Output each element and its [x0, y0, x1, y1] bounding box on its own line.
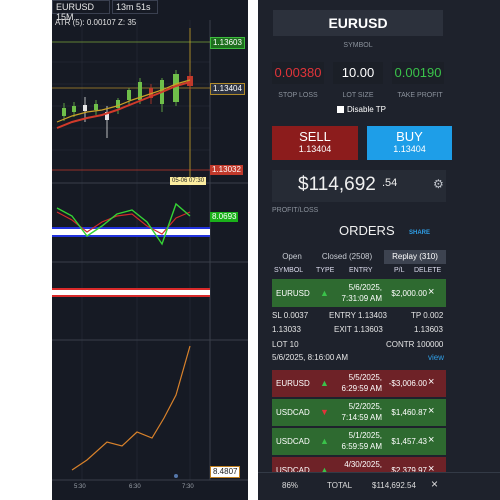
stop-loss-label: STOP LOSS — [278, 92, 318, 99]
profit-value: $114,692 — [298, 174, 376, 195]
detail-entry: ENTRY 1.13403 — [329, 311, 387, 320]
detail-sl-price: 1.13033 — [272, 325, 301, 334]
column-entry: ENTRY — [349, 267, 373, 274]
detail-lot: LOT 10 — [272, 340, 299, 349]
detail-contract: CONTR 100000 — [386, 340, 444, 349]
total-value: $114,692.54 — [372, 481, 416, 490]
detail-tp: TP 0.002 — [411, 311, 444, 320]
close-icon[interactable]: × — [431, 477, 438, 491]
time-tick-label: 6:30 — [129, 484, 141, 490]
symbol-timeframe[interactable]: EURUSD 15M — [52, 0, 110, 22]
orders-title: ORDERS — [339, 223, 395, 238]
stop-loss-input[interactable]: 0.00380 — [272, 62, 324, 84]
order-symbol: EURUSD — [276, 289, 310, 298]
equity-line — [71, 345, 191, 471]
tab-replay[interactable]: Replay (310) — [384, 250, 446, 264]
buy-price: 1.13404 — [393, 144, 426, 154]
bottom-pane-tag: 8.4807 — [210, 466, 241, 478]
detail-exit: EXIT 1.13603 — [334, 325, 383, 334]
order-symbol: USDCAD — [276, 408, 310, 417]
lot-size-label: LOT SIZE — [342, 92, 374, 99]
order-pl: $2,000.00 — [391, 289, 427, 298]
gear-icon[interactable]: ⚙ — [433, 177, 444, 191]
high-price-tag: 1.13603 — [210, 37, 245, 49]
order-row[interactable]: EURUSD ▲ 5/5/2025, 6:29:59 AM -$3,006.00 × — [272, 370, 446, 397]
oscillator-tag: 8.0693 — [210, 212, 239, 222]
order-symbol: USDCAD — [276, 437, 310, 446]
current-price-tag: 1.13404 — [210, 83, 245, 95]
detail-sl: SL 0.0037 — [272, 311, 309, 320]
column-pl: P/L — [394, 267, 405, 274]
sell-button[interactable]: SELL 1.13404 — [272, 126, 358, 160]
buy-label: BUY — [396, 129, 423, 144]
time-marker-tag: 05-06 07:30 — [170, 177, 207, 185]
arrow-up-icon: ▲ — [320, 436, 329, 446]
close-icon[interactable]: × — [428, 434, 434, 446]
order-pl: -$3,006.00 — [388, 379, 427, 388]
time-tick-label: 7:30 — [182, 484, 194, 490]
profit-display: $114,692 .54 ⚙ — [272, 170, 446, 202]
sell-label: SELL — [299, 129, 331, 144]
view-link[interactable]: view — [428, 353, 444, 362]
sell-price: 1.13404 — [298, 144, 332, 154]
order-entry-time: 5/2/2025, 7:14:59 AM — [341, 402, 382, 422]
order-row[interactable]: USDCAD ▼ 5/2/2025, 7:14:59 AM $1,460.87 × — [272, 399, 446, 426]
lot-size-input[interactable]: 10.00 — [333, 62, 383, 84]
order-row[interactable]: USDCAD ▲ 5/1/2025, 6:59:59 AM $1,457.43 × — [272, 428, 446, 455]
detail-tp-price: 1.13603 — [414, 325, 443, 334]
candle-countdown: 13m 51s — [112, 0, 158, 14]
tab-open[interactable]: Open — [272, 250, 312, 264]
total-label: TOTAL — [327, 481, 353, 490]
chart-canvas — [52, 20, 248, 481]
disable-tp-checkbox[interactable] — [337, 106, 344, 113]
profit-cents: .54 — [382, 177, 398, 189]
close-icon[interactable]: × — [428, 376, 434, 388]
arrow-down-icon: ▼ — [320, 407, 329, 417]
order-entry-time: 5/6/2025, 7:31:09 AM — [341, 283, 382, 303]
tab-closed[interactable]: Closed (2508) — [314, 250, 380, 264]
buy-button[interactable]: BUY 1.13404 — [367, 126, 452, 160]
win-percent: 86% — [282, 481, 299, 490]
time-tick-label: 5:30 — [74, 484, 86, 490]
order-entry-time: 5/5/2025, 6:29:59 AM — [341, 373, 382, 393]
order-entry-time: 5/1/2025, 6:59:59 AM — [341, 431, 382, 451]
column-type: TYPE — [316, 267, 335, 274]
price-chart[interactable]: EURUSD 15M 13m 51s ATR (5): 0.00107 Z: 3… — [52, 0, 248, 500]
atr-indicator: ATR (5): 0.00107 Z: 35 — [55, 18, 137, 27]
order-pl: $1,457.43 — [391, 437, 427, 446]
order-pl: $1,460.87 — [391, 408, 427, 417]
share-link[interactable]: SHARE — [409, 230, 430, 236]
column-delete: DELETE — [414, 267, 442, 274]
moving-average-yellow — [56, 79, 191, 123]
low-price-tag: 1.13032 — [210, 165, 243, 175]
symbol-selector[interactable]: EURUSD — [273, 10, 443, 36]
column-symbol: SYMBOL — [274, 267, 304, 274]
detail-closed-time: 5/6/2025, 8:16:00 AM — [272, 353, 349, 362]
arrow-up-icon: ▲ — [320, 378, 329, 388]
profit-label: PROFIT/LOSS — [272, 207, 319, 214]
disable-tp-label: Disable TP — [347, 105, 386, 114]
symbol-label: SYMBOL — [343, 42, 373, 49]
close-icon[interactable]: × — [428, 286, 434, 298]
arrow-up-icon: ▲ — [320, 288, 329, 298]
take-profit-label: TAKE PROFIT — [397, 92, 443, 99]
moving-average-red — [56, 81, 191, 129]
order-row-expanded[interactable]: EURUSD ▲ 5/6/2025, 7:31:09 AM $2,000.00 × — [272, 279, 446, 307]
close-icon[interactable]: × — [428, 405, 434, 417]
take-profit-input[interactable]: 0.00190 — [392, 62, 444, 84]
order-symbol: EURUSD — [276, 379, 310, 388]
